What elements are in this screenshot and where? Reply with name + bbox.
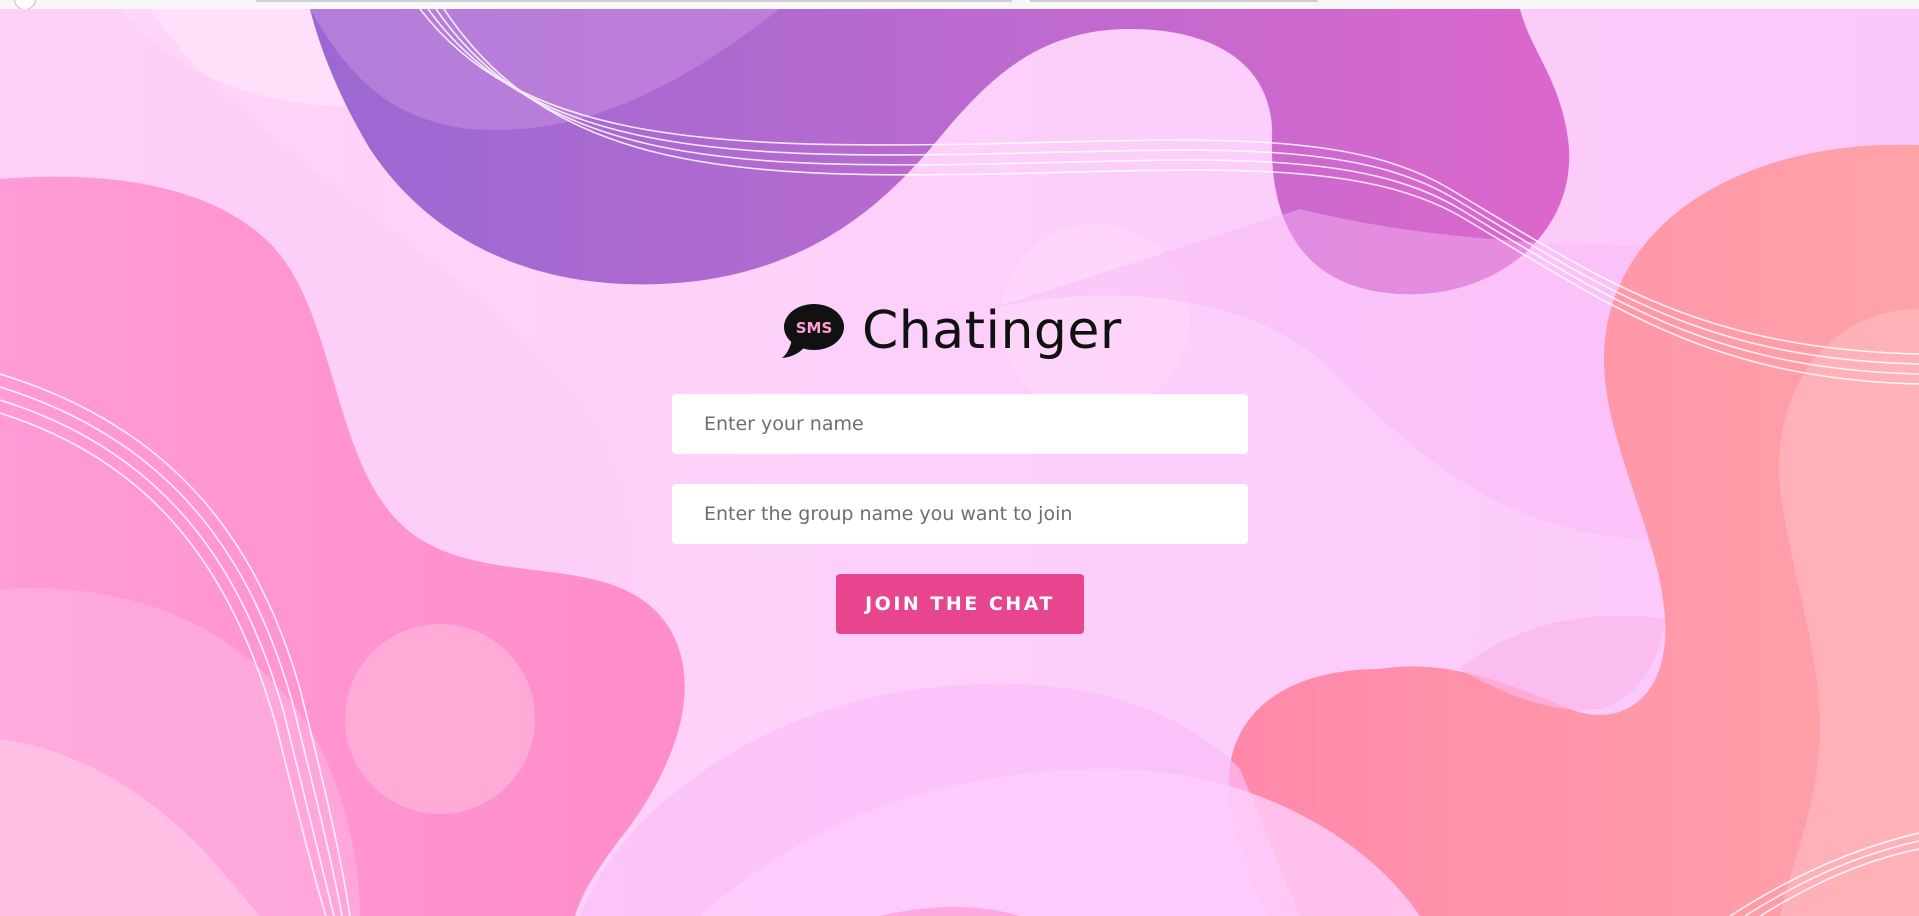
brand-header: SMS Chatinger [780,296,1122,366]
name-input[interactable] [672,394,1248,454]
sms-icon-text: SMS [796,319,833,337]
join-chat-button[interactable]: JOIN THE CHAT [836,574,1084,634]
speech-bubble-icon: SMS [782,304,844,358]
app-title: Chatinger [862,301,1122,361]
group-name-input[interactable] [672,484,1248,544]
login-screen: SMS Chatinger JOIN THE CHAT [0,0,1919,916]
